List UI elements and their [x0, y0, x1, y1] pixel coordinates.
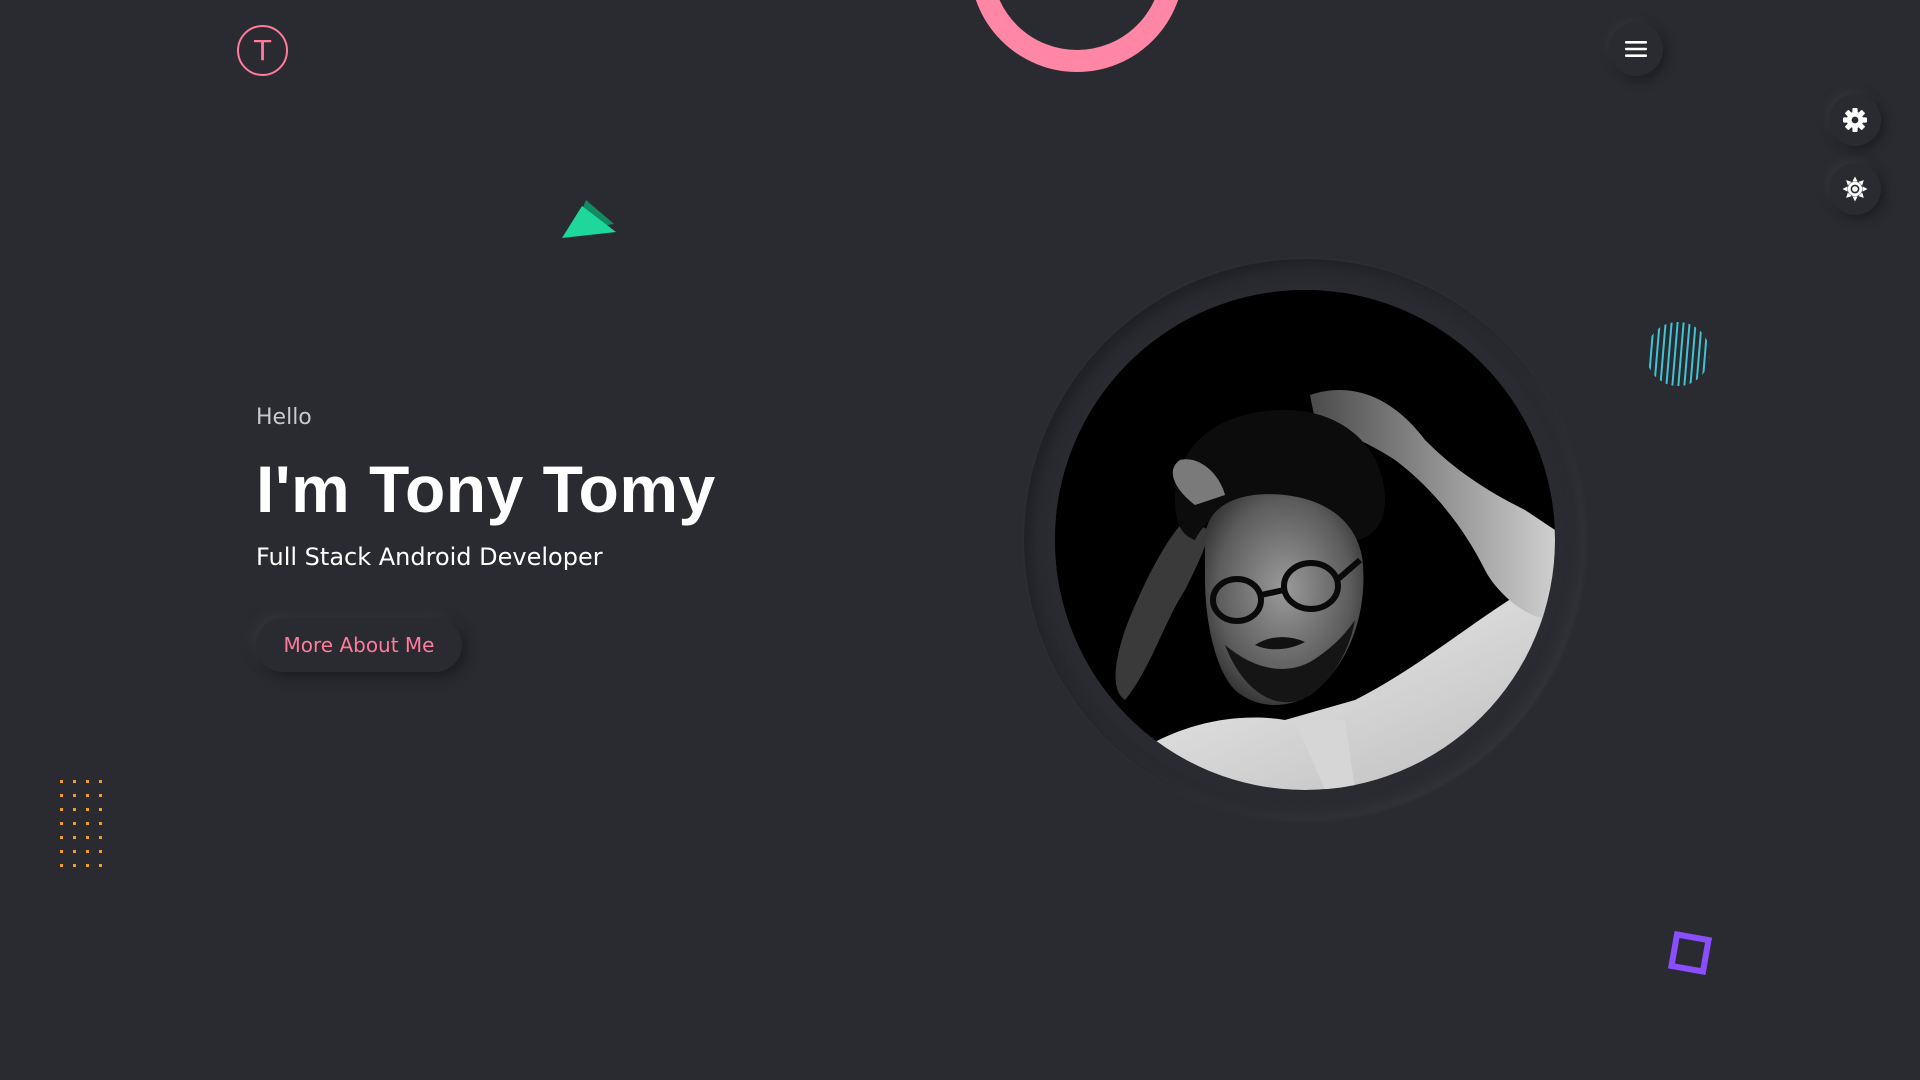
profile-photo	[1055, 290, 1555, 790]
pink-ring-decoration	[975, 0, 1179, 72]
menu-button[interactable]	[1609, 22, 1663, 76]
theme-toggle-button[interactable]	[1829, 163, 1881, 215]
gear-icon	[1843, 108, 1867, 132]
sun-icon	[1842, 176, 1868, 202]
green-triangle-decoration	[562, 200, 616, 238]
logo-letter: T	[253, 34, 272, 67]
purple-square-decoration	[1667, 930, 1713, 976]
dot-grid-decoration	[60, 780, 102, 867]
settings-button[interactable]	[1829, 94, 1881, 146]
more-about-me-button[interactable]: More About Me	[256, 618, 462, 672]
hamburger-icon	[1625, 41, 1647, 57]
portfolio-page: T Hello I'm Tony Tomy Full Stack Android…	[0, 0, 1920, 1080]
striped-circle-decoration	[1647, 322, 1710, 386]
hero-name-heading: I'm Tony Tomy	[256, 452, 716, 526]
hero-section: Hello I'm Tony Tomy Full Stack Android D…	[256, 405, 716, 571]
greeting-text: Hello	[256, 405, 312, 430]
logo[interactable]: T	[237, 25, 288, 76]
hero-role-text: Full Stack Android Developer	[256, 543, 603, 571]
